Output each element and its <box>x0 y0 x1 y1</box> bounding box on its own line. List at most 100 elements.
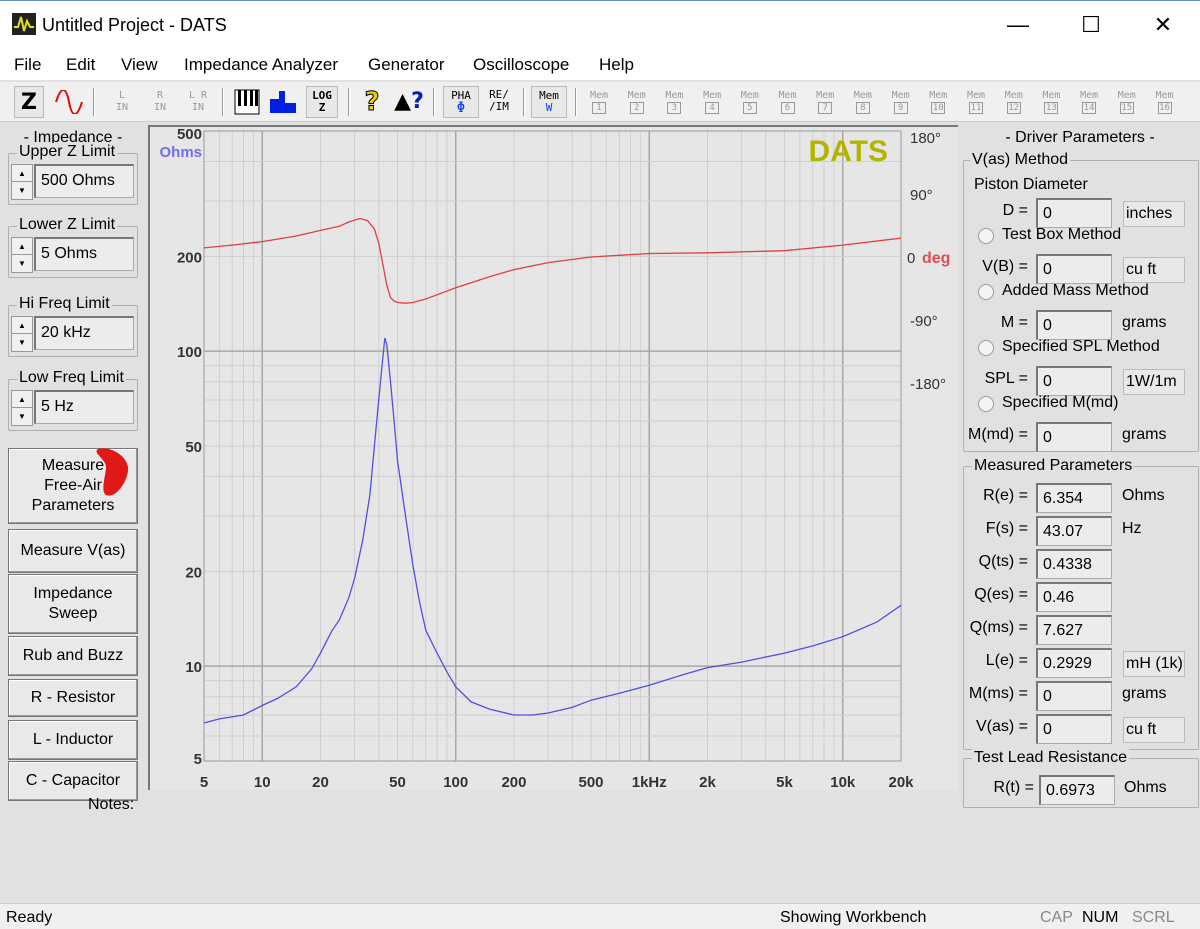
left-input-button[interactable]: L IN <box>110 90 134 122</box>
param-field[interactable]: 7.627 <box>1036 615 1112 645</box>
generator-sine-icon[interactable] <box>54 90 84 114</box>
spin-down-icon[interactable]: ▼ <box>12 182 32 199</box>
reim-bottom: /IM <box>489 100 509 113</box>
spin-up-icon[interactable]: ▲ <box>12 391 32 408</box>
radio-button[interactable] <box>978 284 994 300</box>
mem-label: Mem <box>1080 90 1099 101</box>
menu-view[interactable]: View <box>121 55 158 75</box>
menu-impedance-analyzer[interactable]: Impedance Analyzer <box>184 55 338 75</box>
memory-slot-2[interactable]: Mem 2 <box>622 90 652 122</box>
memory-slot-8[interactable]: Mem 8 <box>848 90 878 122</box>
minimize-button[interactable]: — <box>995 9 1041 41</box>
button-measure-v-as-[interactable]: Measure V(as) <box>8 529 138 573</box>
param-field[interactable]: 0 <box>1036 198 1112 228</box>
memory-slot-14[interactable]: Mem 14 <box>1074 90 1104 122</box>
memory-slot-10[interactable]: Mem 10 <box>923 90 953 122</box>
memory-slot-16[interactable]: Mem 16 <box>1150 90 1180 122</box>
memory-slot-9[interactable]: Mem 9 <box>886 90 916 122</box>
button-impedance-sweep[interactable]: Impedance Sweep <box>8 574 138 634</box>
driver-parameters-heading: - Driver Parameters - <box>1005 129 1155 146</box>
param-field[interactable]: 0 <box>1036 422 1112 452</box>
window-title: Untitled Project - DATS <box>42 15 227 35</box>
rt-unit: Ohms <box>1124 779 1167 796</box>
button-rub-and-buzz[interactable]: Rub and Buzz <box>8 636 138 676</box>
impedance-mode-button[interactable]: Z <box>14 86 44 118</box>
low-freq-limit-field[interactable]: 5 Hz <box>34 390 134 424</box>
menu-help[interactable]: Help <box>599 55 634 75</box>
spin-down-icon[interactable]: ▼ <box>12 334 32 351</box>
spin-down-icon[interactable]: ▼ <box>12 408 32 425</box>
param-field[interactable]: 0.46 <box>1036 582 1112 612</box>
spinner[interactable]: ▲ ▼ <box>11 237 33 273</box>
hi-freq-limit-field[interactable]: 20 kHz <box>34 316 134 350</box>
menu-file[interactable]: File <box>14 55 41 75</box>
spin-up-icon[interactable]: ▲ <box>12 317 32 334</box>
memory-slot-15[interactable]: Mem 15 <box>1112 90 1142 122</box>
limit-label: Upper Z Limit <box>17 143 118 161</box>
notes-area[interactable] <box>146 792 958 900</box>
notes-label: Notes: <box>88 796 135 813</box>
maximize-button[interactable]: ☐ <box>1068 9 1114 41</box>
real-imag-button[interactable]: RE//IM <box>482 89 516 121</box>
upper-z-limit-field[interactable]: 500 Ohms <box>34 164 134 198</box>
help-icon[interactable]: ? <box>360 86 384 118</box>
param-field[interactable]: 0 <box>1036 310 1112 340</box>
radio-button[interactable] <box>978 228 994 244</box>
l-in-top: L <box>118 90 126 101</box>
impedance-chart[interactable]: 5 10 20 50 100 200 500 1kHz 2k 5k 10k 20k 500 200 100 5… <box>148 125 958 790</box>
param-field[interactable]: 0 <box>1036 254 1112 284</box>
memory-slot-3[interactable]: Mem 3 <box>659 90 689 122</box>
mem-label: Mem <box>816 90 835 101</box>
mem-number: 2 <box>629 102 644 114</box>
radio-button[interactable] <box>978 396 994 412</box>
memory-slot-4[interactable]: Mem 4 <box>697 90 727 122</box>
memory-write-button[interactable]: Mem W <box>531 86 567 118</box>
menu-oscilloscope[interactable]: Oscilloscope <box>473 55 569 75</box>
spin-down-icon[interactable]: ▼ <box>12 255 32 272</box>
rt-field[interactable]: 0.6973 <box>1039 775 1115 805</box>
memory-slot-12[interactable]: Mem 12 <box>999 90 1029 122</box>
param-field[interactable]: 43.07 <box>1036 516 1112 546</box>
mem-number: 12 <box>1006 102 1021 114</box>
piano-keys-icon[interactable] <box>234 89 260 115</box>
memory-slot-5[interactable]: Mem 5 <box>735 90 765 122</box>
log-z-bottom: Z <box>318 101 326 114</box>
param-field[interactable]: 0 <box>1036 714 1112 744</box>
right-input-button[interactable]: R IN <box>148 90 172 122</box>
spin-up-icon[interactable]: ▲ <box>12 165 32 182</box>
memory-slot-7[interactable]: Mem 7 <box>810 90 840 122</box>
param-field[interactable]: 0 <box>1036 366 1112 396</box>
cap-indicator: CAP <box>1040 909 1073 926</box>
context-help-glyph: ? <box>411 89 424 114</box>
memory-slot-1[interactable]: Mem 1 <box>584 90 614 122</box>
param-field[interactable]: 0.4338 <box>1036 549 1112 579</box>
spinner[interactable]: ▲ ▼ <box>11 390 33 426</box>
button-c-capacitor[interactable]: C - Capacitor <box>8 761 138 801</box>
button-l-inductor[interactable]: L - Inductor <box>8 720 138 760</box>
y-left-tick-label: 20 <box>185 564 202 581</box>
spin-up-icon[interactable]: ▲ <box>12 238 32 255</box>
phase-button[interactable]: PHA Φ <box>443 86 479 118</box>
menu-edit[interactable]: Edit <box>66 55 95 75</box>
spinner[interactable]: ▲ ▼ <box>11 316 33 352</box>
radio-button[interactable] <box>978 340 994 356</box>
bar-chart-icon[interactable] <box>270 91 296 113</box>
memory-slot-11[interactable]: Mem 11 <box>961 90 991 122</box>
param-field[interactable]: 6.354 <box>1036 483 1112 513</box>
memory-slot-6[interactable]: Mem 6 <box>773 90 803 122</box>
spinner[interactable]: ▲ ▼ <box>11 164 33 200</box>
menu-generator[interactable]: Generator <box>368 55 445 75</box>
button-r-resistor[interactable]: R - Resistor <box>8 679 138 717</box>
lower-z-limit-field[interactable]: 5 Ohms <box>34 237 134 271</box>
param-label: Q(ts) = <box>978 553 1028 570</box>
stereo-input-button[interactable]: L R IN <box>184 90 212 122</box>
limit-label: Hi Freq Limit <box>17 295 112 313</box>
param-field[interactable]: 0.2929 <box>1036 648 1112 678</box>
context-help-icon[interactable]: ▲? <box>394 86 424 118</box>
param-field[interactable]: 0 <box>1036 681 1112 711</box>
memory-slot-13[interactable]: Mem 13 <box>1036 90 1066 122</box>
close-button[interactable]: ✕ <box>1140 9 1186 41</box>
param-label: V(as) = <box>975 718 1028 735</box>
log-z-button[interactable]: LOG Z <box>306 86 338 118</box>
mem-number: 6 <box>780 102 795 114</box>
